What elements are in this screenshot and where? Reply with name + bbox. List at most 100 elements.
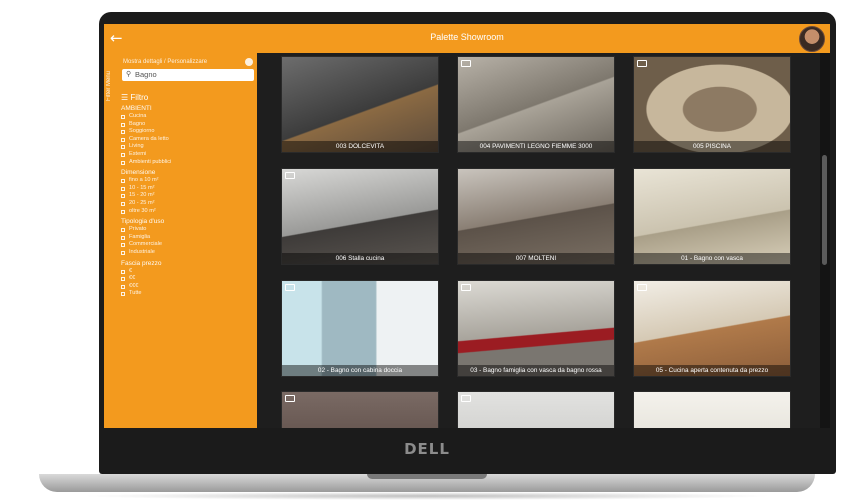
room-photo [634,281,790,376]
filter-option-label: 10 - 15 m² [129,184,155,191]
screen: ← Palette Showroom Filter Menu Mostra de… [104,24,830,428]
filter-option[interactable]: oltre 30 m² [121,208,251,216]
checkbox-icon[interactable] [121,228,125,233]
showroom-tile[interactable]: 005 PISCINA [633,56,791,153]
room-photo [634,169,790,264]
chat-icon [637,284,647,291]
filter-option-label: Industriale [129,248,155,255]
tile-caption: 003 DOLCEVITA [282,141,438,152]
checkbox-icon[interactable] [121,186,125,191]
room-photo [282,392,438,428]
filter-option-label: €€€ [129,282,139,289]
toggle-switch[interactable] [245,58,253,66]
filter-option-label: €€ [129,275,136,282]
scrollbar[interactable] [820,53,830,428]
filter-option[interactable]: Cucina [121,113,251,121]
filter-option-label: Cucina [129,113,147,119]
laptop-notch [367,474,487,479]
showroom-tile[interactable] [281,391,439,428]
scrollbar-thumb[interactable] [822,155,827,265]
filter-option-label: oltre 30 m² [129,207,156,214]
filter-option-label: Esterni [129,150,147,157]
checkbox-icon[interactable] [121,115,125,119]
filter-option[interactable]: €€€ [121,283,251,291]
checkbox-icon[interactable] [121,160,125,165]
checkbox-icon[interactable] [121,269,125,274]
search-value: Bagno [135,70,157,79]
filter-option[interactable]: Privato [121,226,251,234]
showroom-tile[interactable] [633,391,791,428]
filter-option[interactable]: 20 - 25 m² [121,200,251,208]
tile-caption: 005 PISCINA [634,141,790,152]
filter-option[interactable]: Ambienti pubblici [121,159,251,167]
showroom-tile[interactable]: 02 - Bagno con cabina doccia [281,280,439,377]
checkbox-icon[interactable] [121,201,125,206]
laptop-shadow [80,492,774,500]
checkbox-icon[interactable] [121,122,125,127]
room-photo [458,392,614,428]
checkbox-icon[interactable] [121,243,125,248]
filter-option[interactable]: Camera da letto [121,136,251,144]
showroom-tile[interactable]: 01 - Bagno con vasca [633,168,791,265]
filter-option[interactable]: 15 - 20 m² [121,192,251,200]
filter-group-title[interactable]: Dimensione [121,169,251,176]
checkbox-icon[interactable] [121,209,125,214]
filter-option[interactable]: Tutte [121,290,251,298]
checkbox-icon[interactable] [121,194,125,199]
chat-icon [285,284,295,291]
checkbox-icon[interactable] [121,179,125,184]
user-avatar[interactable] [799,26,825,52]
filter-option[interactable]: Industriale [121,249,251,257]
checkbox-icon[interactable] [121,235,125,240]
chat-icon [461,284,471,291]
showroom-tile[interactable] [457,391,615,428]
tile-caption: 007 MOLTENI [458,253,614,264]
room-photo [282,281,438,376]
filter-option[interactable]: Bagno [121,121,251,129]
details-toggle-row[interactable]: Mostra dettagli / Personalizzare [123,58,253,66]
filter-option[interactable]: Esterni [121,151,251,159]
checkbox-icon[interactable] [121,284,125,289]
showroom-tile[interactable]: 003 DOLCEVITA [281,56,439,153]
filter-option[interactable]: Famiglia [121,234,251,242]
checkbox-icon[interactable] [121,152,125,157]
chat-icon [637,60,647,67]
showroom-tile[interactable]: 03 - Bagno famiglia con vasca da bagno r… [457,280,615,377]
filter-option[interactable]: fino a 10 m² [121,177,251,185]
checkbox-icon[interactable] [121,130,125,135]
showroom-tile[interactable]: 007 MOLTENI [457,168,615,265]
filter-option[interactable]: €€ [121,275,251,283]
checkbox-icon[interactable] [121,292,125,297]
app-title: Palette Showroom [430,32,504,42]
room-photo [458,57,614,152]
filter-option-label: Privato [129,226,147,233]
filter-option-label: Ambienti pubblici [129,158,172,165]
filter-option-label: 20 - 25 m² [129,199,155,206]
filter-group-title[interactable]: AMBIENTI [121,105,251,112]
showroom-tile[interactable]: 006 Stalla cucina [281,168,439,265]
checkbox-icon[interactable] [121,145,125,150]
checkbox-icon[interactable] [121,277,125,282]
filter-option[interactable]: Commerciale [121,241,251,249]
showroom-tile[interactable]: 05 - Cucina aperta contenuta da prezzo [633,280,791,377]
filter-option[interactable]: 10 - 15 m² [121,185,251,193]
tile-caption: 05 - Cucina aperta contenuta da prezzo [634,365,790,376]
sidebar-tab-label[interactable]: Filter Menu [106,71,112,101]
filter-group-title[interactable]: Tipologia d'uso [121,218,251,225]
showroom-tile[interactable]: 004 PAVIMENTI LEGNO FIEMME 3000 [457,56,615,153]
filter-option[interactable]: Living [121,143,251,151]
tile-caption: 03 - Bagno famiglia con vasca da bagno r… [458,365,614,376]
room-photo [634,57,790,152]
filter-heading[interactable]: ☰ Filtro [121,93,251,102]
search-icon: ⚲ [126,71,132,78]
filter-sidebar: Filter Menu Mostra dettagli / Personaliz… [104,53,257,428]
room-photo [634,392,790,428]
search-input[interactable]: ⚲ Bagno [122,69,254,81]
filter-group-title[interactable]: Fascia prezzo [121,260,251,267]
filter-option[interactable]: Soggiorno [121,128,251,136]
filter-option[interactable]: € [121,268,251,276]
details-toggle-label: Mostra dettagli / Personalizzare [123,59,208,65]
checkbox-icon[interactable] [121,250,125,255]
filter-list: ☰ Filtro AMBIENTI Cucina Bagno Soggiorno Cam… [121,93,251,298]
checkbox-icon[interactable] [121,137,125,142]
